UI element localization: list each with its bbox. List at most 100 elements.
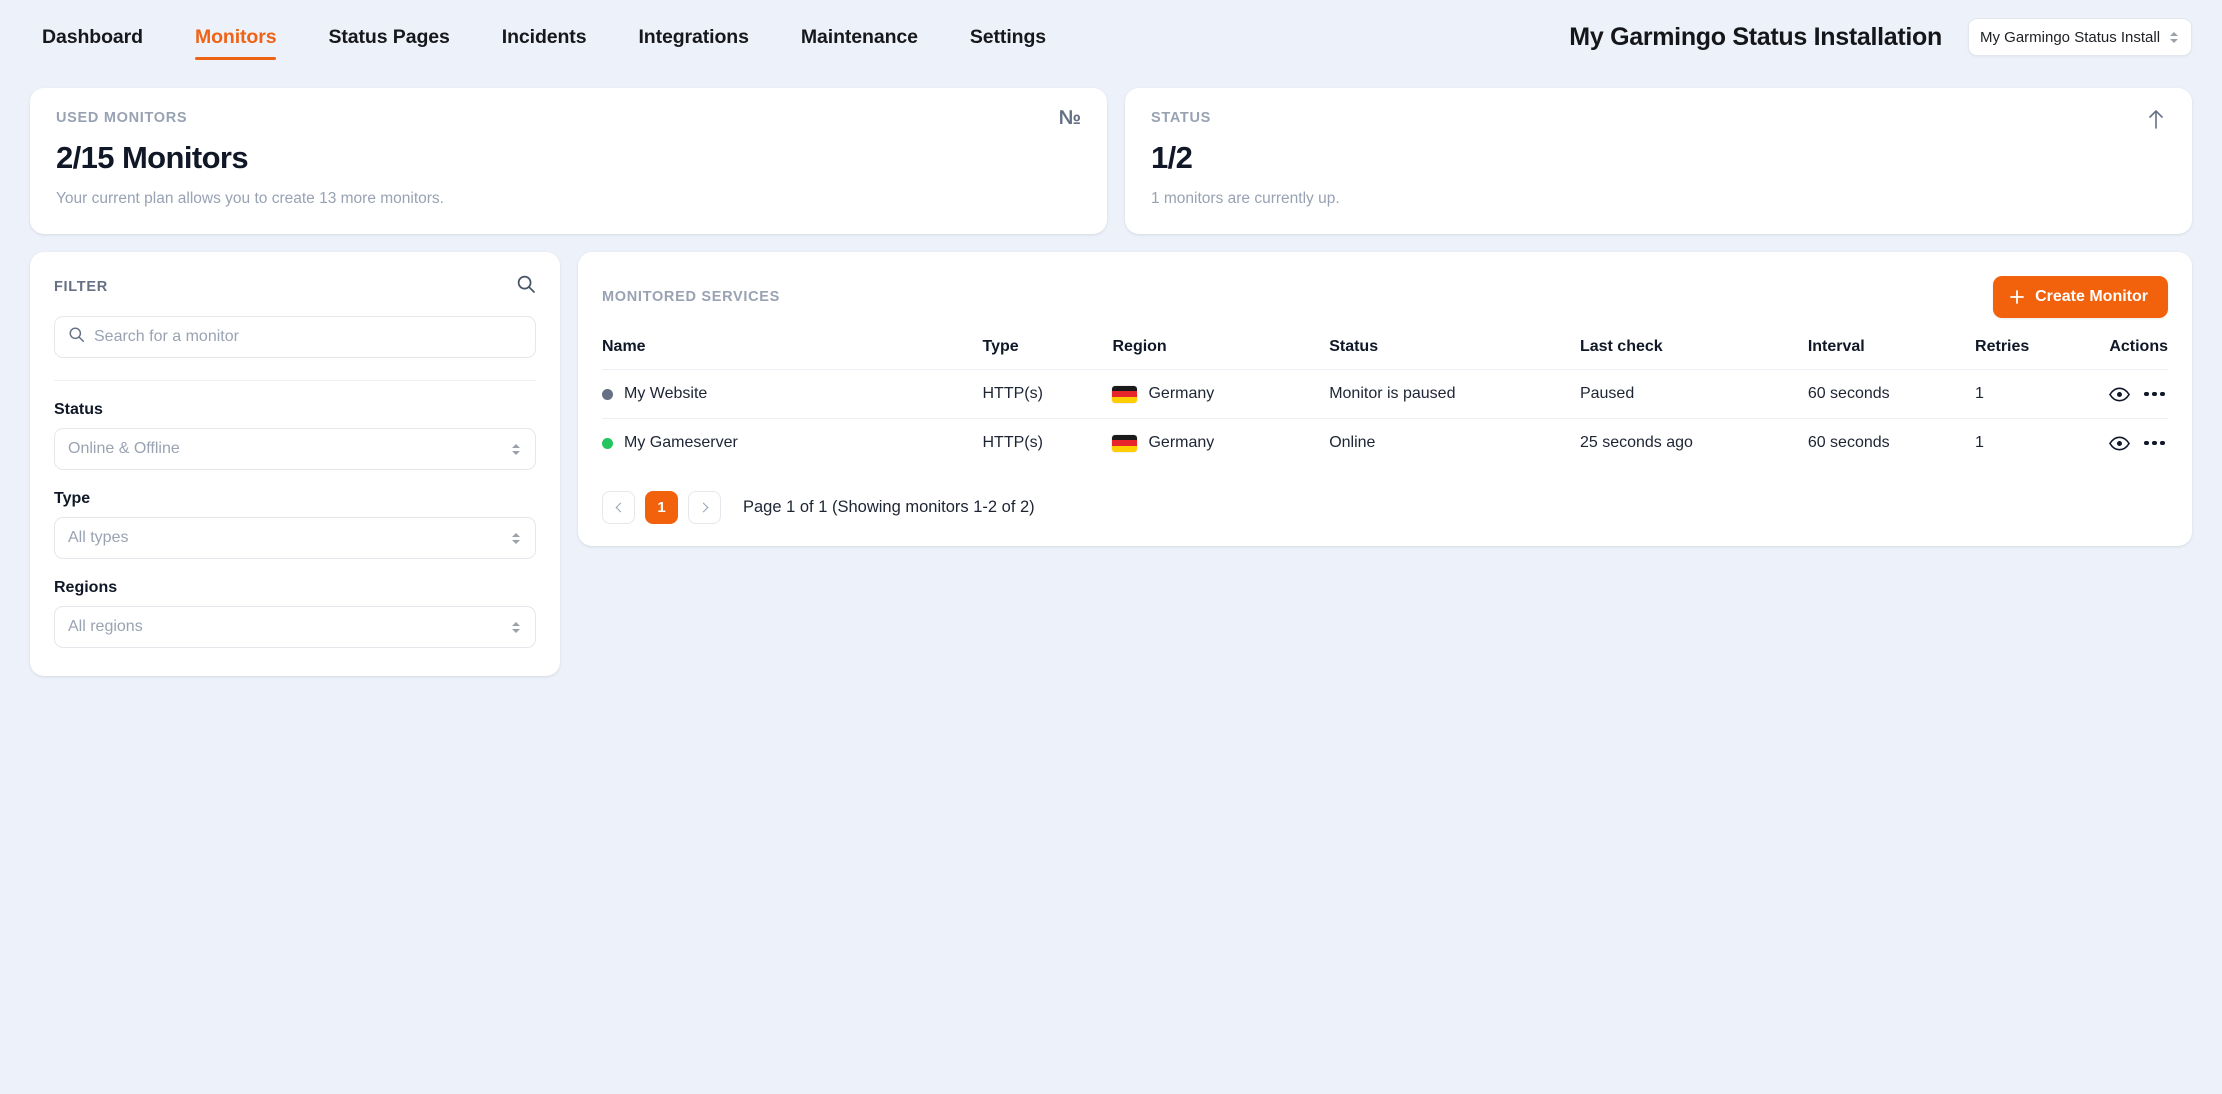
monitors-table: Name Type Region Status Last check Interval Re… xyxy=(602,338,2168,467)
more-horizontal-icon xyxy=(2144,391,2165,397)
nav-item-monitors[interactable]: Monitors xyxy=(169,0,303,74)
filter-field-regions: Regions All regions xyxy=(54,579,536,648)
cell-retries: 1 xyxy=(1975,434,1984,451)
row-more-options-button[interactable] xyxy=(2144,440,2165,446)
region-name: Germany xyxy=(1148,385,1215,402)
status-card-label: STATUS xyxy=(1150,110,1212,126)
create-monitor-button[interactable]: Create Monitor xyxy=(1993,276,2168,318)
cell-type: HTTP(s) xyxy=(982,385,1043,402)
table-row[interactable]: My Gameserver HTTP(s) Germany Online 25 seco… xyxy=(602,418,2168,468)
column-header-type: Type xyxy=(982,338,1019,355)
region-name: Germany xyxy=(1148,434,1215,451)
search-input-wrapper[interactable]: Search for a monitor xyxy=(54,316,536,358)
view-monitor-button[interactable] xyxy=(2109,386,2131,402)
cell-name: My Website xyxy=(602,370,983,419)
filter-label-status: Status xyxy=(54,401,103,418)
cell-region: Germany xyxy=(1112,370,1329,419)
cell-type: HTTP(s) xyxy=(982,434,1043,451)
view-monitor-button[interactable] xyxy=(2109,435,2131,451)
pagination-prev-button[interactable] xyxy=(602,491,635,524)
filter-field-type: Type All types xyxy=(54,490,536,559)
used-monitors-label: USED MONITORS xyxy=(56,110,188,126)
column-header-actions: Actions xyxy=(2109,338,2168,355)
filter-header: FILTER xyxy=(54,274,536,299)
eye-icon xyxy=(2109,435,2131,451)
search-input-icon xyxy=(68,326,85,348)
more-horizontal-icon xyxy=(2144,440,2165,446)
pagination: 1 Page 1 of 1 (Showing monitors 1-2 of 2… xyxy=(602,487,2168,524)
table-header-row: Name Type Region Status Last check Interval Re… xyxy=(602,338,2168,370)
filter-title: FILTER xyxy=(54,278,108,295)
chevron-updown-icon xyxy=(510,529,522,547)
chevron-right-icon xyxy=(698,502,708,513)
search-icon[interactable] xyxy=(516,274,536,299)
filter-select-value-regions: All regions xyxy=(68,618,143,635)
pagination-next-button[interactable] xyxy=(688,491,721,524)
filter-label-regions: Regions xyxy=(54,579,118,596)
cell-name: My Gameserver xyxy=(602,419,983,468)
main-nav: Dashboard Monitors Status Pages Incidents In… xyxy=(30,0,1072,74)
monitors-table-body: My Website HTTP(s) Germany Monitor is pause… xyxy=(602,369,2168,468)
used-monitors-card: USED MONITORS 2/15 Monitors Your current… xyxy=(30,88,1107,234)
filter-divider xyxy=(54,380,536,381)
cell-region: Germany xyxy=(1112,419,1329,468)
nav-item-maintenance[interactable]: Maintenance xyxy=(775,0,944,74)
topbar-right: My Garmingo Status Installation My Garmi… xyxy=(1569,18,2192,56)
chevron-updown-icon xyxy=(2168,28,2180,46)
filter-select-value-status: Online & Offline xyxy=(68,440,180,457)
column-header-retries: Retries xyxy=(1975,338,2030,355)
row-more-options-button[interactable] xyxy=(2144,391,2165,397)
used-monitors-value: 2/15 Monitors xyxy=(56,140,249,175)
search-input-placeholder: Search for a monitor xyxy=(94,328,239,345)
filter-select-type[interactable]: All types xyxy=(54,517,536,559)
monitored-services-title: MONITORED SERVICES xyxy=(602,289,781,305)
plus-icon xyxy=(2010,290,2024,304)
nav-item-integrations[interactable]: Integrations xyxy=(612,0,774,74)
column-header-region: Region xyxy=(1112,338,1167,355)
nav-item-dashboard[interactable]: Dashboard xyxy=(30,0,169,74)
installation-select-value: My Garmingo Status Install xyxy=(1980,28,2161,46)
used-monitors-subtext: Your current plan allows you to create 1… xyxy=(56,190,444,207)
cell-interval: 60 seconds xyxy=(1807,385,1890,402)
status-dot-icon xyxy=(602,437,613,449)
pagination-info: Page 1 of 1 (Showing monitors 1-2 of 2) xyxy=(743,498,1035,516)
cell-interval: 60 seconds xyxy=(1807,434,1890,451)
arrow-up-icon xyxy=(2146,108,2166,135)
cell-retries: 1 xyxy=(1975,385,1984,402)
status-dot-icon xyxy=(602,388,613,400)
pagination-page-1-button[interactable]: 1 xyxy=(645,491,678,524)
filter-fields: Status Online & Offline Type All types Regio… xyxy=(54,401,536,648)
column-header-interval: Interval xyxy=(1807,338,1865,355)
monitors-table-head: Name Type Region Status Last check Interval Re… xyxy=(602,338,2168,370)
nav-item-settings[interactable]: Settings xyxy=(944,0,1072,74)
chevron-updown-icon xyxy=(510,440,522,458)
flag-germany-icon xyxy=(1112,385,1138,403)
filter-field-status: Status Online & Offline xyxy=(54,401,536,470)
installation-select[interactable]: My Garmingo Status Install xyxy=(1968,18,2192,56)
chevron-updown-icon xyxy=(510,618,522,636)
installation-title: My Garmingo Status Installation xyxy=(1569,22,1942,51)
table-row[interactable]: My Website HTTP(s) Germany Monitor is pause… xyxy=(602,369,2168,419)
cell-last-check: 25 seconds ago xyxy=(1579,434,1693,451)
status-card-subtext: 1 monitors are currently up. xyxy=(1150,190,1340,207)
filter-select-status[interactable]: Online & Offline xyxy=(54,428,536,470)
column-header-name: Name xyxy=(602,338,646,355)
top-navigation-bar: Dashboard Monitors Status Pages Incidents In… xyxy=(0,0,2222,74)
main-content: FILTER Search for a monitor Status Online… xyxy=(0,234,2222,676)
monitor-name: My Gameserver xyxy=(624,434,738,451)
eye-icon xyxy=(2109,386,2131,402)
cell-status: Online xyxy=(1329,434,1376,451)
flag-germany-icon xyxy=(1112,434,1138,452)
cell-actions xyxy=(2109,370,2168,419)
nav-item-incidents[interactable]: Incidents xyxy=(476,0,613,74)
create-monitor-label: Create Monitor xyxy=(2035,288,2148,305)
nav-item-status-pages[interactable]: Status Pages xyxy=(302,0,475,74)
cell-last-check: Paused xyxy=(1579,385,1635,402)
column-header-last-check: Last check xyxy=(1579,338,1663,355)
monitored-services-header: MONITORED SERVICES Create Monitor xyxy=(602,274,2168,320)
filter-select-value-type: All types xyxy=(68,529,129,546)
filter-select-regions[interactable]: All regions xyxy=(54,606,536,648)
filter-label-type: Type xyxy=(54,490,91,507)
monitor-name: My Website xyxy=(624,385,708,402)
numero-glyph: № xyxy=(1058,107,1081,129)
